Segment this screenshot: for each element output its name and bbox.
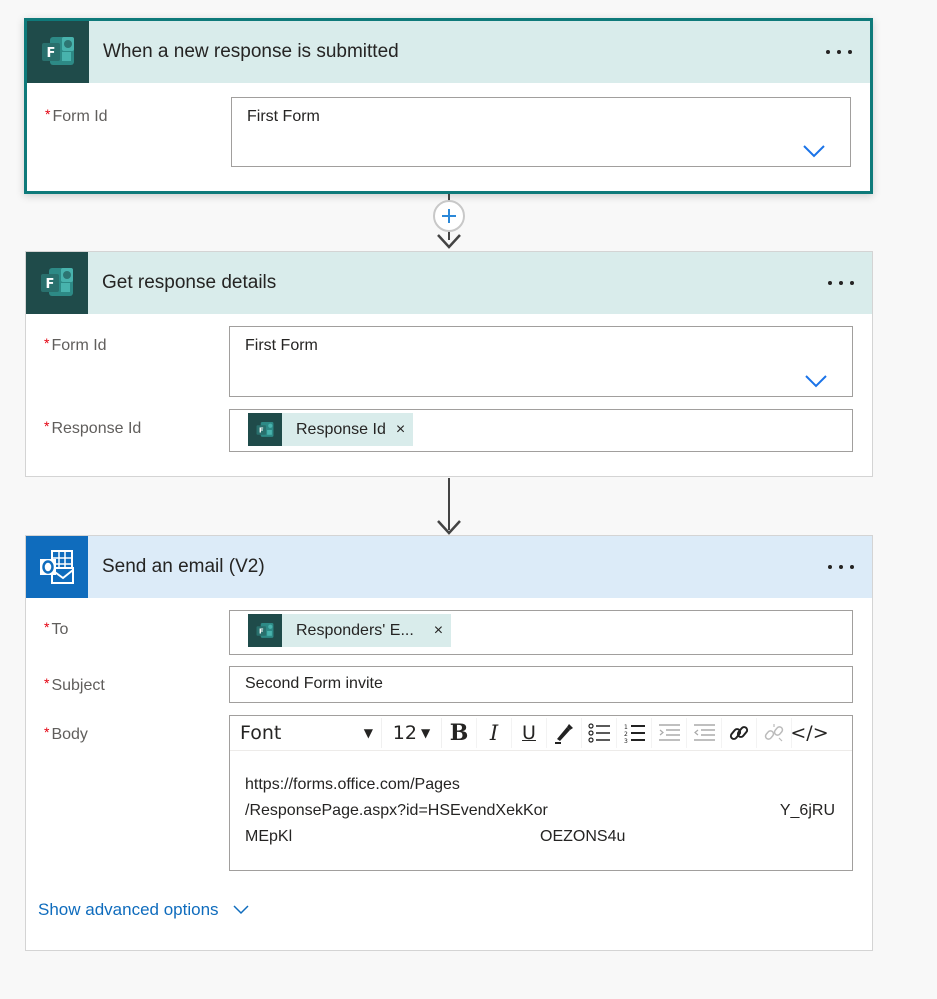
svg-text:1: 1 [624, 724, 628, 731]
rich-text-toolbar: Font ▼ 12 ▼ B I U 1 2 3 </> [230, 716, 852, 751]
numbered-list-button[interactable]: 123 [617, 718, 652, 748]
bold-button[interactable]: B [442, 718, 477, 748]
token-label: Response Id [296, 420, 386, 438]
body-line: https://forms.office.com/Pages [245, 776, 460, 793]
response-id-input[interactable]: F Response Id × [229, 409, 853, 452]
advanced-options-label: Show advanced options [38, 900, 219, 919]
caret-down-icon: ▼ [363, 726, 373, 740]
link-icon [729, 726, 749, 740]
remove-token-icon[interactable]: × [434, 622, 443, 640]
remove-link-button[interactable] [757, 718, 792, 748]
more-options-button[interactable] [826, 275, 856, 291]
body-line: MEpKl OEZONS4u [245, 828, 626, 845]
more-options-button[interactable] [826, 559, 856, 575]
insert-link-button[interactable] [722, 718, 757, 748]
subject-input[interactable]: Second Form invite [229, 666, 853, 703]
response-id-label: * Response Id [44, 418, 142, 437]
underline-icon: U [522, 722, 536, 744]
unlink-icon [764, 724, 784, 742]
chevron-down-icon[interactable] [804, 374, 828, 388]
increase-indent-icon [694, 724, 715, 741]
form-id-value: First Form [247, 108, 320, 125]
svg-text:F: F [47, 46, 56, 61]
subject-label: * Subject [44, 675, 105, 694]
show-advanced-options-link[interactable]: Show advanced options [38, 900, 249, 920]
form-id-value: First Form [245, 337, 318, 354]
font-dropdown[interactable]: Font ▼ [232, 718, 382, 748]
bold-icon: B [449, 720, 469, 746]
remove-token-icon[interactable]: × [396, 421, 405, 439]
font-size-value: 12 [392, 722, 417, 744]
outlook-icon [26, 536, 88, 598]
responders-email-token[interactable]: F Responders' E... × [248, 614, 452, 647]
arrow-down-icon [437, 234, 461, 249]
decrease-indent-icon [659, 724, 680, 741]
microsoft-forms-icon: F [248, 413, 282, 446]
code-icon: </> [790, 722, 829, 744]
italic-icon: I [489, 721, 499, 745]
more-options-button[interactable] [824, 44, 854, 60]
body-line: /ResponsePage.aspx?id=HSEvendXekKor Y_6j… [245, 802, 835, 819]
bullet-list-icon [588, 723, 610, 743]
card-title: When a new response is submitted [103, 41, 399, 62]
get-response-card-header[interactable]: F Get response details [26, 252, 872, 314]
microsoft-forms-icon: F [27, 21, 89, 83]
form-id-dropdown[interactable]: First Form [229, 326, 853, 397]
microsoft-forms-icon: F [248, 614, 282, 647]
subject-value: Second Form invite [245, 675, 383, 692]
body-editor[interactable]: Font ▼ 12 ▼ B I U 1 2 3 </> https://form… [229, 715, 853, 871]
svg-text:F: F [259, 627, 264, 635]
underline-button[interactable]: U [512, 718, 547, 748]
to-input[interactable]: F Responders' E... × [229, 610, 853, 655]
svg-text:F: F [46, 277, 55, 292]
add-step-button[interactable] [433, 200, 465, 232]
bullet-list-button[interactable] [582, 718, 617, 748]
to-label: * To [44, 619, 69, 638]
send-email-card[interactable]: Send an email (V2) * To F Responders' E..… [25, 535, 873, 951]
form-id-label: * Form Id [44, 335, 107, 354]
send-email-card-header[interactable]: Send an email (V2) [26, 536, 872, 598]
form-id-dropdown[interactable]: First Form [231, 97, 851, 167]
get-response-card[interactable]: F Get response details * Form Id First Fo… [25, 251, 873, 477]
code-view-button[interactable]: </> [790, 718, 829, 748]
plus-icon [442, 209, 456, 223]
trigger-card[interactable]: F When a new response is submitted * Form… [24, 18, 873, 194]
svg-text:3: 3 [624, 738, 628, 744]
card-title: Send an email (V2) [102, 556, 265, 577]
body-label: * Body [44, 724, 88, 743]
card-title: Get response details [102, 272, 277, 293]
decrease-indent-button[interactable] [652, 718, 687, 748]
svg-text:F: F [259, 426, 264, 434]
highlighter-icon [555, 724, 573, 744]
chevron-down-icon[interactable] [802, 144, 826, 158]
arrow-down-icon [437, 520, 461, 535]
increase-indent-button[interactable] [687, 718, 722, 748]
italic-button[interactable]: I [477, 718, 512, 748]
body-text[interactable]: https://forms.office.com/Pages /Response… [245, 772, 835, 850]
form-id-label: * Form Id [45, 106, 108, 125]
trigger-card-header[interactable]: F When a new response is submitted [27, 21, 870, 83]
response-id-token[interactable]: F Response Id × [248, 413, 414, 446]
token-label: Responders' E... [296, 621, 414, 639]
microsoft-forms-icon: F [26, 252, 88, 314]
caret-down-icon: ▼ [420, 726, 431, 740]
font-size-dropdown[interactable]: 12 ▼ [382, 718, 442, 748]
svg-text:2: 2 [624, 731, 628, 738]
font-value: Font [240, 722, 282, 744]
highlight-button[interactable] [547, 718, 582, 748]
numbered-list-icon: 123 [624, 724, 645, 744]
chevron-down-icon [233, 905, 249, 915]
